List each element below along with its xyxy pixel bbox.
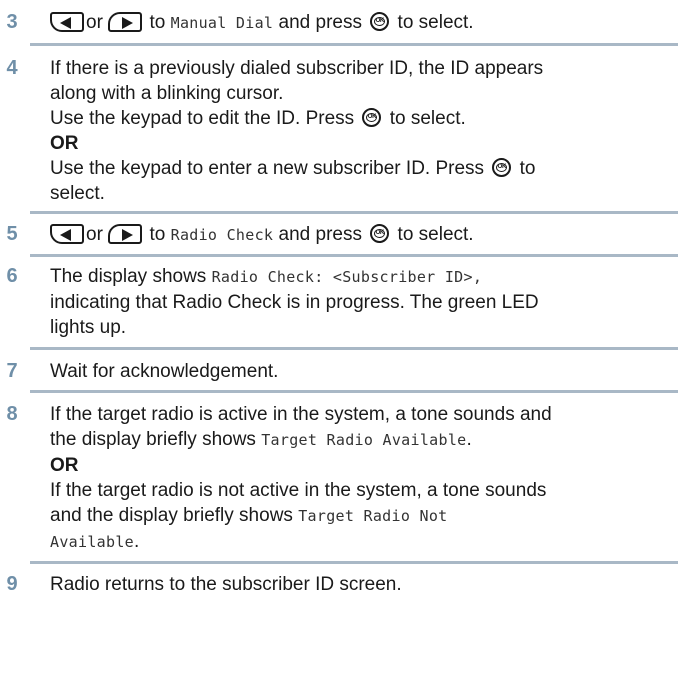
step-text: If the target radio is active in the sys… <box>50 402 674 555</box>
divider <box>30 561 678 564</box>
step-text: or to Manual Dial and press OK to select… <box>50 10 674 36</box>
display-text: Target Radio Available <box>261 431 467 449</box>
ok-key-icon: OK <box>362 108 382 127</box>
step-text: The display shows Radio Check: <Subscrib… <box>50 266 539 338</box>
menu-item-name: Radio Check <box>170 226 274 244</box>
step-text: Radio returns to the subscriber ID scree… <box>50 574 402 595</box>
step-number: 9 <box>6 573 18 595</box>
step-number: 3 <box>6 11 18 33</box>
step-number: 5 <box>6 223 18 245</box>
ok-key-icon: OK <box>370 12 390 31</box>
step-number: 4 <box>6 57 18 79</box>
step-number: 8 <box>6 403 18 425</box>
step-text: Wait for acknowledgement. <box>50 361 279 382</box>
right-arrow-key-icon <box>108 224 143 244</box>
ok-key-icon: OK <box>492 158 512 177</box>
left-arrow-key-icon <box>50 12 84 32</box>
display-text: Target Radio Not <box>298 507 448 525</box>
menu-item-name: Manual Dial <box>170 14 274 32</box>
right-arrow-key-icon <box>108 12 143 32</box>
step-number: 7 <box>6 360 18 382</box>
left-arrow-key-icon <box>50 224 84 244</box>
step-text: or to Radio Check and press OK to select… <box>50 222 674 248</box>
step-text: If there is a previously dialed subscrib… <box>50 56 674 206</box>
or-label: OR <box>50 133 79 154</box>
or-label: OR <box>50 455 79 476</box>
divider <box>30 211 678 214</box>
display-text: Available <box>50 533 134 551</box>
divider <box>30 347 678 350</box>
procedure-page: 3 or to Manual Dial and press OK to sele… <box>0 0 680 683</box>
divider <box>30 390 678 393</box>
divider <box>30 43 678 46</box>
divider <box>30 254 678 257</box>
step-number: 6 <box>6 265 18 287</box>
display-text: Radio Check: <Subscriber ID>, <box>211 268 483 286</box>
ok-key-icon: OK <box>370 224 390 243</box>
